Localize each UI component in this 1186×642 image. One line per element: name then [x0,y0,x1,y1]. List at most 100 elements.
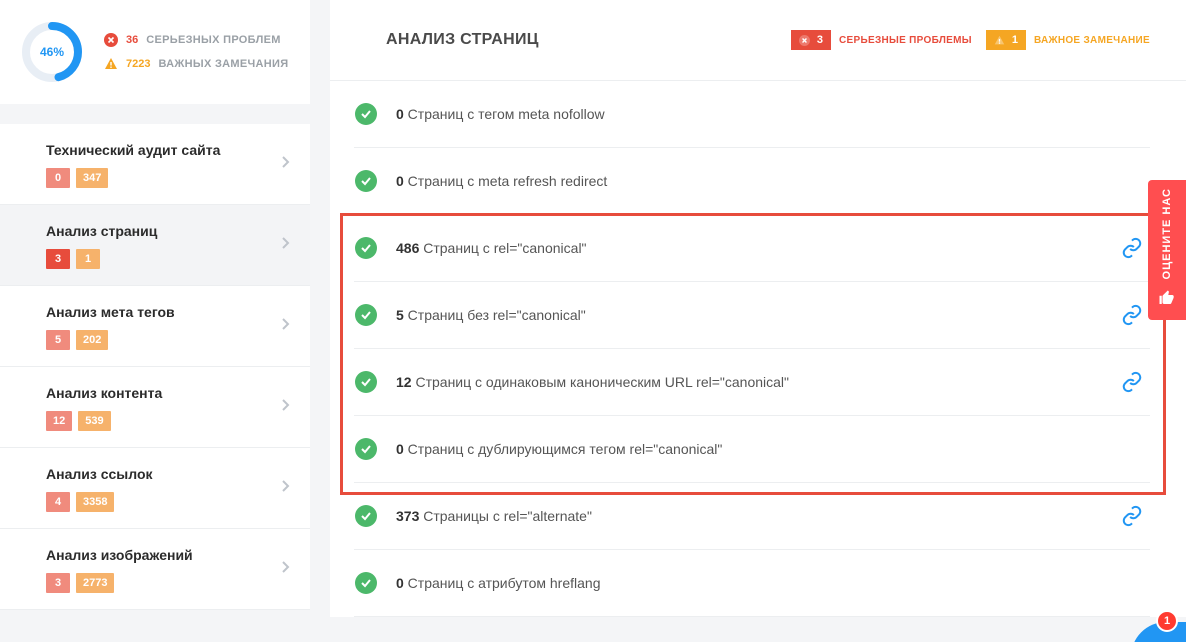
row-count: 373 [396,508,419,524]
row-text: 0 Страниц с дублирующимся тегом rel="can… [396,441,1096,457]
row-text: 373 Страницы с rel="alternate" [396,508,1096,524]
link-icon[interactable] [1114,304,1150,326]
analysis-row-0[interactable]: 0 Страниц с тегом meta nofollow [354,81,1150,148]
row-text: 0 Страниц с атрибутом hreflang [396,575,1096,591]
check-icon [355,505,377,527]
error-icon [799,34,811,46]
analysis-row-3[interactable]: 5 Страниц без rel="canonical" [354,282,1150,349]
status-ok [354,103,378,125]
sidebar-nav: Технический аудит сайта 0 347 Анализ страни… [0,124,310,610]
status-ok [354,371,378,393]
main-header: АНАЛИЗ СТРАНИЦ 3 СЕРЬЕЗНЫЕ ПРОБЛЕМЫ [330,0,1186,81]
check-icon [355,237,377,259]
error-label: СЕРЬЕЗНЫХ ПРОБЛЕМ [146,34,280,46]
chevron-right-icon [282,155,290,173]
analysis-row-4[interactable]: 12 Страниц с одинаковым каноническим URL… [354,349,1150,416]
header-error-badge[interactable]: 3 СЕРЬЕЗНЫЕ ПРОБЛЕМЫ [791,30,972,50]
row-text: 0 Страниц с тегом meta nofollow [396,106,1096,122]
rate-us-tab[interactable]: ОЦЕНИТЕ НАС [1148,180,1186,320]
nav-badge-errors: 0 [46,168,70,188]
chevron-right-icon [282,560,290,578]
status-ok [354,438,378,460]
status-ok [354,505,378,527]
nav-badge-errors: 3 [46,249,70,269]
row-count: 486 [396,240,419,256]
nav-badge-warnings: 539 [78,411,110,431]
error-count: 36 [126,34,138,46]
status-ok [354,237,378,259]
check-icon [355,572,377,594]
sidebar-item-2[interactable]: Анализ мета тегов 5 202 [0,286,310,367]
score-percent: 46% [40,45,64,59]
nav-badge-warnings: 347 [76,168,108,188]
nav-item-title: Анализ страниц [46,223,290,239]
warning-label: ВАЖНЫХ ЗАМЕЧАНИЯ [158,58,288,70]
analysis-row-5[interactable]: 0 Страниц с дублирующимся тегом rel="can… [354,416,1150,483]
check-icon [355,170,377,192]
row-count: 0 [396,173,404,189]
summary-errors: 36 СЕРЬЕЗНЫХ ПРОБЛЕМ [104,33,288,47]
header-error-label: СЕРЬЕЗНЫЕ ПРОБЛЕМЫ [839,35,972,46]
nav-item-title: Анализ ссылок [46,466,290,482]
nav-badge-errors: 4 [46,492,70,512]
row-text: 5 Страниц без rel="canonical" [396,307,1096,323]
check-icon [355,304,377,326]
analysis-row-6[interactable]: 373 Страницы с rel="alternate" [354,483,1150,550]
row-text: 12 Страниц с одинаковым каноническим URL… [396,374,1096,390]
summary-card: 46% 36 СЕРЬЕЗНЫХ ПРОБЛЕМ 7223 ВАЖНЫХ ЗАМ… [0,0,310,104]
chevron-right-icon [282,236,290,254]
check-icon [355,371,377,393]
row-count: 0 [396,106,404,122]
sidebar-item-3[interactable]: Анализ контента 12 539 [0,367,310,448]
chevron-right-icon [282,479,290,497]
status-ok [354,572,378,594]
analysis-row-2[interactable]: 486 Страниц с rel="canonical" [354,215,1150,282]
header-warning-count: 1 [1012,34,1018,46]
row-text: 0 Страниц с meta refresh redirect [396,173,1096,189]
header-error-count: 3 [817,34,823,46]
analysis-row-1[interactable]: 0 Страниц с meta refresh redirect [354,148,1150,215]
analysis-rows: 0 Страниц с тегом meta nofollow 0 Страниц… [330,81,1186,617]
analysis-row-7[interactable]: 0 Страниц с атрибутом hreflang [354,550,1150,617]
chevron-right-icon [282,317,290,335]
row-count: 0 [396,441,404,457]
status-ok [354,170,378,192]
nav-badge-warnings: 2773 [76,573,114,593]
row-count: 12 [396,374,412,390]
notification-badge[interactable]: 1 [1156,610,1178,632]
check-icon [355,103,377,125]
sidebar-item-0[interactable]: Технический аудит сайта 0 347 [0,124,310,205]
nav-badge-errors: 5 [46,330,70,350]
link-icon[interactable] [1114,505,1150,527]
thumbs-up-icon [1158,289,1176,312]
link-icon[interactable] [1114,237,1150,259]
nav-badge-errors: 3 [46,573,70,593]
summary-warnings: 7223 ВАЖНЫХ ЗАМЕЧАНИЯ [104,57,288,71]
check-icon [355,438,377,460]
sidebar-item-1[interactable]: Анализ страниц 31 [0,205,310,286]
nav-badge-warnings: 1 [76,249,100,269]
row-count: 5 [396,307,404,323]
nav-item-title: Технический аудит сайта [46,142,290,158]
warning-icon [994,34,1006,46]
rate-us-label: ОЦЕНИТЕ НАС [1161,188,1173,279]
row-text: 486 Страниц с rel="canonical" [396,240,1096,256]
link-icon[interactable] [1114,371,1150,393]
nav-item-title: Анализ мета тегов [46,304,290,320]
sidebar-item-4[interactable]: Анализ ссылок 4 3358 [0,448,310,529]
row-count: 0 [396,575,404,591]
nav-item-title: Анализ изображений [46,547,290,563]
nav-badge-warnings: 3358 [76,492,114,512]
nav-badge-warnings: 202 [76,330,108,350]
nav-item-title: Анализ контента [46,385,290,401]
warning-icon [104,57,118,71]
header-warning-badge[interactable]: 1 ВАЖНОЕ ЗАМЕЧАНИЕ [986,30,1150,50]
chevron-right-icon [282,398,290,416]
sidebar-item-5[interactable]: Анализ изображений 3 2773 [0,529,310,610]
header-warning-label: ВАЖНОЕ ЗАМЕЧАНИЕ [1034,35,1150,46]
score-donut: 46% [20,20,84,84]
nav-badge-errors: 12 [46,411,72,431]
error-icon [104,33,118,47]
warning-count: 7223 [126,58,150,70]
status-ok [354,304,378,326]
